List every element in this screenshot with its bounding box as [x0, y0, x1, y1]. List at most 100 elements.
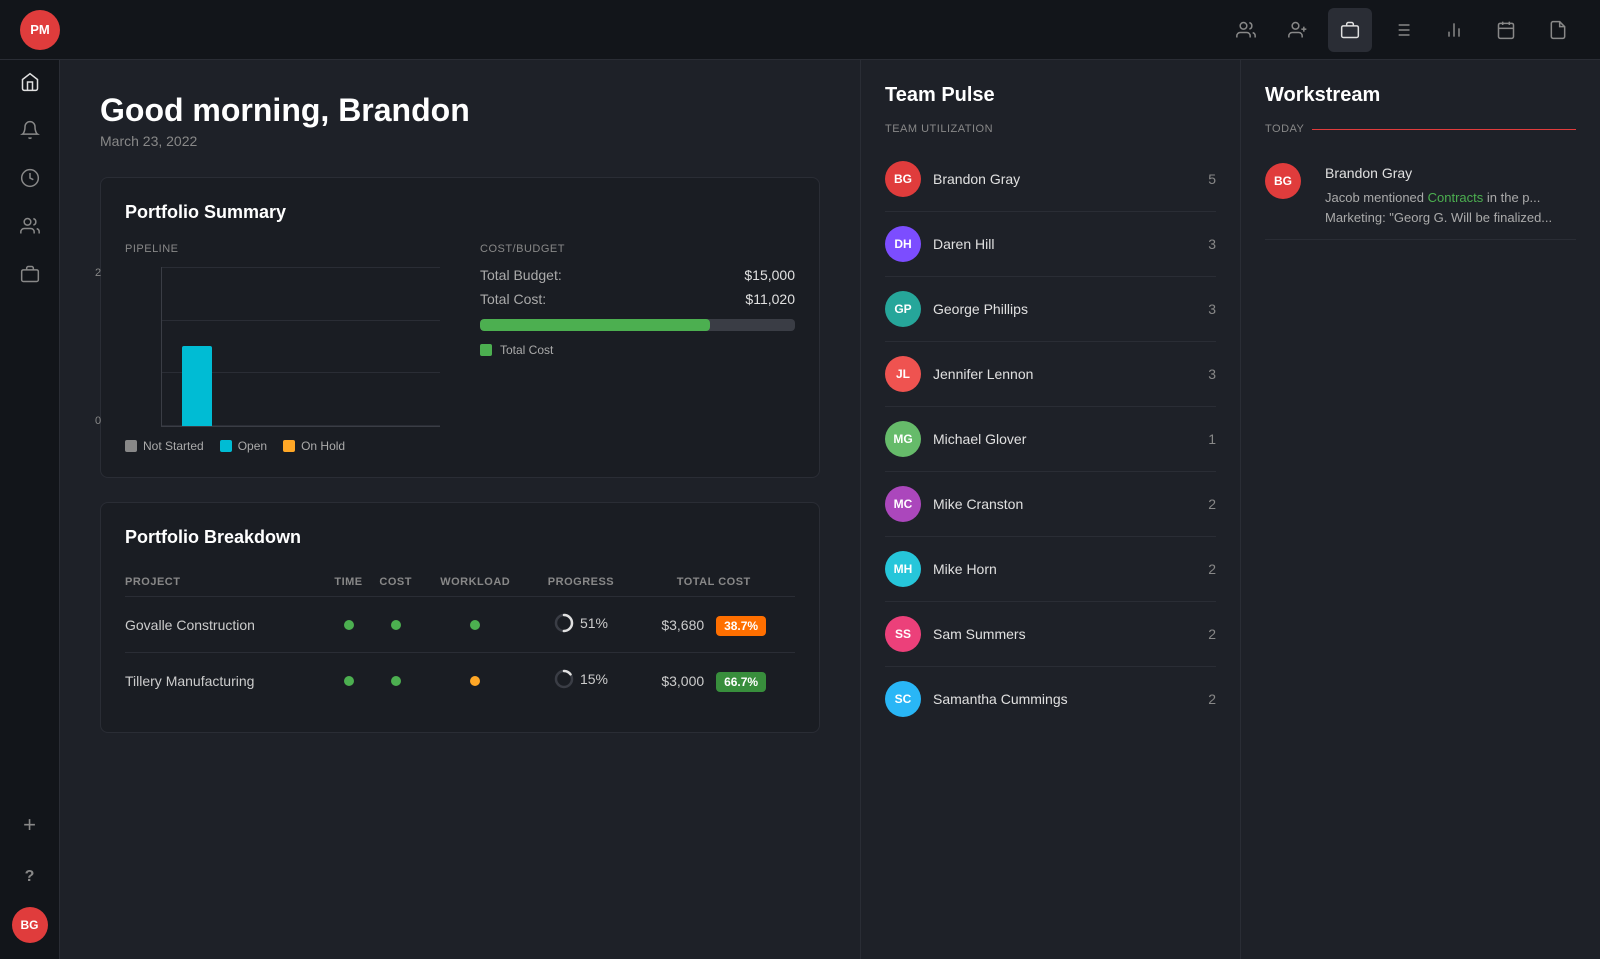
sidebar-item-notifications[interactable] [8, 108, 52, 152]
list-item: SS Sam Summers 2 [885, 602, 1216, 667]
team-member-name: Samantha Cummings [933, 691, 1208, 707]
sidebar-item-time[interactable] [8, 156, 52, 200]
sidebar-help-button[interactable]: ? [8, 855, 52, 899]
avatar: SC [885, 681, 921, 717]
people-add-icon[interactable] [1224, 8, 1268, 52]
progress-ring-2: 15% [554, 669, 608, 689]
briefcase-icon[interactable] [1328, 8, 1372, 52]
total-cost-row: Total Cost: $11,020 [480, 291, 795, 307]
table-row: Tillery Manufacturing 15% [125, 653, 795, 709]
col-workload: WORKLOAD [421, 568, 530, 597]
legend-label-open: Open [238, 439, 267, 453]
breakdown-table-head: PROJECT TIME COST WORKLOAD PROGRESS TOTA… [125, 568, 795, 597]
team-member-name: Sam Summers [933, 626, 1208, 642]
cost-value-2: $3,000 [661, 673, 704, 689]
sidebar-add-button[interactable]: + [8, 803, 52, 847]
workstream-today-label: TODAY [1265, 123, 1576, 135]
people-manage-icon[interactable] [1276, 8, 1320, 52]
avatar: GP [885, 291, 921, 327]
team-member-name: Brandon Gray [933, 171, 1208, 187]
bar-chart [161, 267, 440, 427]
team-member-name: Mike Cranston [933, 496, 1208, 512]
team-member-count: 1 [1208, 431, 1216, 447]
calendar-icon[interactable] [1484, 8, 1528, 52]
workload-status-dot [470, 620, 480, 630]
team-member-count: 3 [1208, 366, 1216, 382]
ring-svg-1 [554, 613, 574, 633]
total-budget-value: $15,000 [744, 267, 795, 283]
today-line [1312, 129, 1576, 130]
sidebar-item-home[interactable] [8, 60, 52, 104]
legend-dot-open [220, 440, 232, 452]
total-cost-label: Total Cost: [480, 291, 546, 307]
legend-open: Open [220, 439, 267, 453]
budget-legend: Total Cost [480, 343, 795, 357]
bar-open [182, 346, 212, 426]
list-item: MC Mike Cranston 2 [885, 472, 1216, 537]
team-member-count: 2 [1208, 691, 1216, 707]
cost-status-dot [391, 620, 401, 630]
team-member-name: Daren Hill [933, 236, 1208, 252]
workload-dot-2 [421, 653, 530, 709]
team-pulse-panel: Team Pulse TEAM UTILIZATION BG Brandon G… [860, 60, 1240, 959]
y-label-0: 0 [95, 415, 101, 427]
portfolio-summary-card: Portfolio Summary PIPELINE 2 0 [100, 177, 820, 478]
document-icon[interactable] [1536, 8, 1580, 52]
avatar: DH [885, 226, 921, 262]
workload-dot-1 [421, 597, 530, 653]
progress-ring-1: 51% [554, 613, 608, 633]
total-budget-label: Total Budget: [480, 267, 562, 283]
team-utilization-label: TEAM UTILIZATION [885, 123, 1216, 135]
app-logo[interactable]: PM [20, 10, 60, 50]
greeting-date: March 23, 2022 [100, 133, 820, 149]
greeting-section: Good morning, Brandon March 23, 2022 [100, 92, 820, 149]
chart-wrapper: 2 0 [125, 267, 440, 427]
workstream-link[interactable]: Contracts [1428, 190, 1484, 205]
portfolio-summary-title: Portfolio Summary [125, 202, 795, 223]
col-project: PROJECT [125, 568, 327, 597]
workstream-title: Workstream [1265, 84, 1576, 107]
total-budget-row: Total Budget: $15,000 [480, 267, 795, 283]
greeting-title: Good morning, Brandon [100, 92, 820, 129]
pipeline-label: PIPELINE [125, 243, 440, 255]
chart-bars [162, 267, 440, 426]
list-item: MH Mike Horn 2 [885, 537, 1216, 602]
cost-value-1: $3,680 [661, 617, 704, 633]
project-name-1: Govalle Construction [125, 597, 327, 653]
chart-y-labels: 2 0 [95, 267, 101, 427]
breakdown-table-body: Govalle Construction 51% [125, 597, 795, 709]
cost-dot-1 [370, 597, 421, 653]
list-item: JL Jennifer Lennon 3 [885, 342, 1216, 407]
main-wrapper: Good morning, Brandon March 23, 2022 Por… [60, 60, 1600, 959]
team-member-name: Mike Horn [933, 561, 1208, 577]
workstream-item: BG Brandon Gray Jacob mentioned Contract… [1265, 151, 1576, 240]
avatar: MH [885, 551, 921, 587]
time-dot-2 [327, 653, 371, 709]
breakdown-header-row: PROJECT TIME COST WORKLOAD PROGRESS TOTA… [125, 568, 795, 597]
user-avatar[interactable]: BG [12, 907, 48, 943]
sidebar-item-projects[interactable] [8, 252, 52, 296]
avatar: SS [885, 616, 921, 652]
team-member-count: 5 [1208, 171, 1216, 187]
breakdown-table: PROJECT TIME COST WORKLOAD PROGRESS TOTA… [125, 568, 795, 708]
sidebar-item-people[interactable] [8, 204, 52, 248]
avatar: JL [885, 356, 921, 392]
chart-legend: Not Started Open On Hold [125, 439, 440, 453]
col-cost: COST [370, 568, 421, 597]
portfolio-breakdown-title: Portfolio Breakdown [125, 527, 795, 548]
col-total-cost: TOTAL COST [632, 568, 795, 597]
table-row: Govalle Construction 51% [125, 597, 795, 653]
team-member-count: 3 [1208, 301, 1216, 317]
workload-status-dot [470, 676, 480, 686]
list-icon[interactable] [1380, 8, 1424, 52]
legend-on-hold: On Hold [283, 439, 345, 453]
list-item: SC Samantha Cummings 2 [885, 667, 1216, 731]
chart-bar-icon[interactable] [1432, 8, 1476, 52]
col-progress: PROGRESS [530, 568, 633, 597]
legend-dot-not-started [125, 440, 137, 452]
project-name-2: Tillery Manufacturing [125, 653, 327, 709]
team-member-count: 2 [1208, 561, 1216, 577]
avatar: MC [885, 486, 921, 522]
cost-dot-2 [370, 653, 421, 709]
budget-legend-dot [480, 344, 492, 356]
